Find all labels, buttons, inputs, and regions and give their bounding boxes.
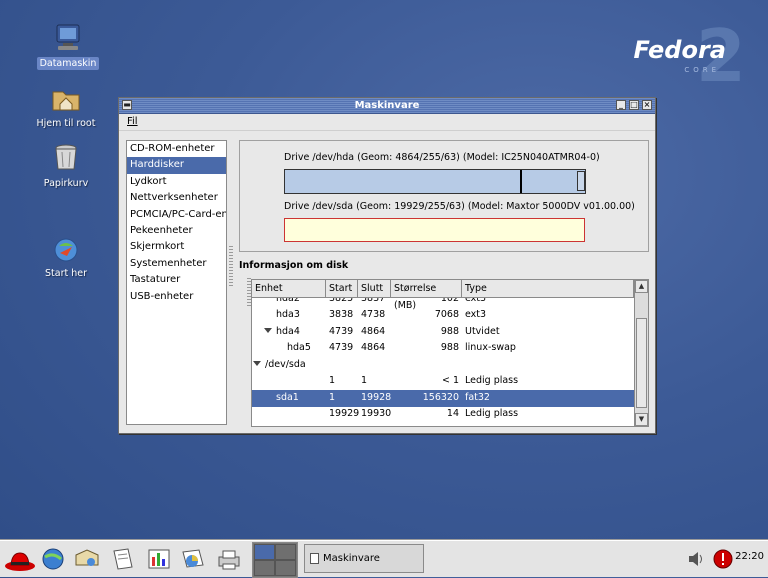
- device-item[interactable]: CD-ROM-enheter: [127, 141, 226, 157]
- pane-resize-handle[interactable]: [229, 246, 233, 286]
- desktop-icon-computer[interactable]: Datamaskin: [28, 22, 108, 70]
- taskbar: Maskinvare 22:20: [0, 540, 768, 578]
- scroll-down-icon[interactable]: ▼: [635, 413, 648, 426]
- device-item[interactable]: Nettverksenheter: [127, 190, 226, 206]
- table-header: Enhet Start Slutt Størrelse (MB) Type: [252, 280, 634, 311]
- table-row-selected[interactable]: sda1 1 19928 156320 fat32: [252, 390, 634, 407]
- workspace-4[interactable]: [275, 560, 296, 576]
- desktop-icon-label: Datamaskin: [36, 57, 100, 70]
- drive-sda-label: Drive /dev/sda (Geom: 19929/255/63) (Mod…: [284, 201, 635, 212]
- hardware-browser-window: ▬ Maskinvare _ □ × Fil CD-ROM-enheter Ha…: [118, 97, 656, 434]
- drive-hda-bar[interactable]: [284, 169, 586, 194]
- window-titlebar[interactable]: ▬ Maskinvare _ □ ×: [119, 98, 655, 114]
- clock[interactable]: 22:20: [735, 551, 764, 562]
- table-scrollbar[interactable]: ▲ ▼: [634, 280, 648, 426]
- table-row[interactable]: hda4 4739 4864 988 Utvidet: [252, 324, 634, 341]
- home-folder-icon: [50, 82, 82, 114]
- device-item[interactable]: Pekeenheter: [127, 223, 226, 239]
- spreadsheet-icon[interactable]: [146, 547, 172, 571]
- expander-icon[interactable]: [264, 328, 272, 333]
- table-rows: hda2 3825 3837 102 ext3 hda3 3838 4738 7…: [252, 298, 634, 426]
- desktop-icon-label: Papirkurv: [43, 178, 89, 189]
- col-header-start[interactable]: Start: [326, 280, 358, 297]
- workspace-2[interactable]: [275, 544, 296, 560]
- web-browser-icon[interactable]: [40, 547, 66, 571]
- desktop-icon-label: Start her: [45, 268, 87, 279]
- main-menu-redhat-icon[interactable]: [4, 547, 36, 571]
- update-alert-icon[interactable]: [712, 547, 734, 571]
- disk-info-title: Informasjon om disk: [239, 260, 349, 271]
- device-item[interactable]: Systemenheter: [127, 256, 226, 272]
- fedora-logo: 2 Fedora CORE: [633, 14, 746, 98]
- table-row[interactable]: 1 1 < 1 Ledig plass: [252, 373, 634, 390]
- computer-icon: [52, 22, 84, 54]
- table-row[interactable]: hda3 3838 4738 7068 ext3: [252, 307, 634, 324]
- expander-icon[interactable]: [253, 361, 261, 366]
- logo-word: Fedora: [633, 36, 726, 64]
- maximize-button[interactable]: □: [629, 100, 639, 110]
- desktop-icon-start-here[interactable]: Start her: [26, 232, 106, 280]
- desktop-icon-label: Hjem til root: [36, 118, 96, 129]
- window-doc-icon: [310, 553, 319, 564]
- presentation-icon[interactable]: [180, 547, 206, 571]
- drive-hda-label: Drive /dev/hda (Geom: 4864/255/63) (Mode…: [284, 152, 600, 163]
- text-document-icon[interactable]: [110, 547, 136, 571]
- trash-icon: [50, 142, 82, 174]
- col-header-slutt[interactable]: Slutt: [358, 280, 391, 297]
- desktop-icon-home[interactable]: Hjem til root: [26, 82, 106, 130]
- drive-sda-bar[interactable]: [284, 218, 585, 242]
- volume-icon[interactable]: [686, 547, 706, 571]
- workspace-switcher[interactable]: [252, 542, 298, 578]
- device-item-selected[interactable]: Harddisker: [127, 157, 226, 174]
- device-item[interactable]: Skjermkort: [127, 239, 226, 255]
- col-header-size[interactable]: Størrelse (MB): [391, 280, 462, 311]
- device-item[interactable]: USB-enheter: [127, 289, 226, 305]
- close-button[interactable]: ×: [642, 100, 652, 110]
- menubar: Fil: [119, 114, 655, 131]
- table-row[interactable]: 19929 19930 14 Ledig plass: [252, 406, 634, 423]
- desktop-icon-trash[interactable]: Papirkurv: [26, 142, 106, 190]
- workspace-3[interactable]: [254, 560, 275, 576]
- table-row[interactable]: hda5 4739 4864 988 linux-swap: [252, 340, 634, 357]
- device-item[interactable]: Lydkort: [127, 174, 226, 190]
- table-row[interactable]: /dev/sda: [252, 357, 634, 374]
- window-menu-button[interactable]: ▬: [122, 100, 132, 110]
- menu-file[interactable]: Fil: [127, 116, 138, 127]
- printer-icon[interactable]: [216, 547, 242, 571]
- start-here-icon: [50, 232, 82, 264]
- partition-table[interactable]: Enhet Start Slutt Størrelse (MB) Type hd…: [251, 279, 649, 427]
- logo-sub: CORE: [684, 66, 720, 74]
- workspace-1[interactable]: [254, 544, 275, 560]
- window-title: Maskinvare: [354, 100, 420, 111]
- scrollbar-thumb[interactable]: [636, 318, 647, 408]
- drive-graph-panel: Drive /dev/hda (Geom: 4864/255/63) (Mode…: [239, 140, 649, 252]
- email-icon[interactable]: [74, 547, 100, 571]
- taskbar-window-label: Maskinvare: [323, 553, 380, 564]
- taskbar-window-button[interactable]: Maskinvare: [304, 544, 424, 573]
- device-item[interactable]: PCMCIA/PC-Card-enheter: [127, 207, 226, 223]
- col-header-type[interactable]: Type: [462, 280, 634, 297]
- col-header-enhet[interactable]: Enhet: [252, 280, 326, 297]
- minimize-button[interactable]: _: [616, 100, 626, 110]
- device-list[interactable]: CD-ROM-enheter Harddisker Lydkort Nettve…: [126, 140, 227, 425]
- scroll-up-icon[interactable]: ▲: [635, 280, 648, 293]
- device-item[interactable]: Tastaturer: [127, 272, 226, 288]
